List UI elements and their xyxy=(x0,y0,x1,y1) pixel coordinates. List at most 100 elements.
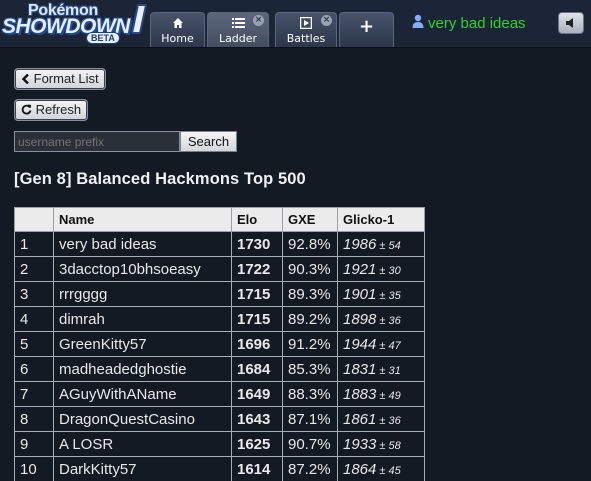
home-icon xyxy=(151,17,204,31)
glicko-deviation: 36 xyxy=(388,314,401,327)
user-menu[interactable]: very bad ideas xyxy=(412,12,526,34)
volume-icon xyxy=(565,18,577,32)
gxe-cell: 90.7% xyxy=(282,431,338,457)
username: very bad ideas xyxy=(428,14,526,32)
player-name-link[interactable]: madheadedghostie xyxy=(53,356,232,382)
close-tab-battles-icon[interactable]: × xyxy=(321,15,332,26)
top-header: Pokémon SHOWDOWN BETA Home Ladder × Batt… xyxy=(0,0,591,48)
player-name-link[interactable]: AGuyWithAName xyxy=(53,381,232,407)
player-name-link[interactable]: DarkKitty57 xyxy=(53,456,232,481)
format-list-label: Format List xyxy=(33,71,99,86)
column-header-elo: Elo xyxy=(231,207,283,232)
elo-cell: 1649 xyxy=(231,381,283,407)
table-row: 9A LOSR 1625 90.7% 1933 ± 58 xyxy=(14,431,425,457)
column-header-rank xyxy=(14,207,54,232)
elo-cell: 1614 xyxy=(231,456,283,481)
glicko-deviation: 58 xyxy=(388,439,401,452)
close-tab-ladder-icon[interactable]: × xyxy=(253,15,264,26)
glicko-plus-minus: ± xyxy=(376,339,389,352)
glicko-deviation: 54 xyxy=(388,239,401,252)
gxe-cell: 88.3% xyxy=(282,381,338,407)
player-name-link[interactable]: very bad ideas xyxy=(53,231,232,257)
glicko-plus-minus: ± xyxy=(376,439,389,452)
rank-cell: 1 xyxy=(14,231,54,257)
new-tab-button[interactable]: + xyxy=(339,12,394,47)
tab-battles[interactable]: Battles × xyxy=(275,12,337,47)
glicko-plus-minus: ± xyxy=(376,264,389,277)
table-row: 2 3dacctop10bhsoeasy 1722 90.3% 1921 ± 30 xyxy=(14,256,425,282)
table-row: 1 very bad ideas 1730 92.8% 1986 ± 54 xyxy=(14,231,425,257)
glicko-rating: 1883 xyxy=(343,385,377,403)
rank-cell: 4 xyxy=(14,306,54,332)
glicko-rating: 1864 xyxy=(343,460,377,478)
plus-icon: + xyxy=(358,16,375,37)
rank-cell: 5 xyxy=(14,331,54,357)
logo-beta-badge: BETA xyxy=(86,32,120,44)
ladder-body: 1 very bad ideas 1730 92.8% 1986 ± 54 2 3dacct… xyxy=(14,231,425,481)
search-button[interactable]: Search xyxy=(180,131,237,152)
glicko-cell: 1901 ± 35 xyxy=(337,281,425,307)
tab-ladder-label: Ladder xyxy=(218,32,258,45)
rank-cell: 8 xyxy=(14,406,54,432)
elo-cell: 1715 xyxy=(231,306,283,332)
gxe-cell: 92.8% xyxy=(282,231,338,257)
chevron-left-icon xyxy=(21,71,34,86)
glicko-rating: 1944 xyxy=(343,335,377,353)
glicko-plus-minus: ± xyxy=(376,239,389,252)
player-name-link[interactable]: 3dacctop10bhsoeasy xyxy=(53,256,232,282)
glicko-cell: 1944 ± 47 xyxy=(337,331,425,357)
glicko-plus-minus: ± xyxy=(376,364,389,377)
tab-home-label: Home xyxy=(161,32,194,45)
glicko-rating: 1921 xyxy=(343,260,377,278)
username-prefix-input[interactable] xyxy=(14,131,180,152)
glicko-rating: 1831 xyxy=(343,360,377,378)
rank-cell: 3 xyxy=(14,281,54,307)
glicko-cell: 1861 ± 36 xyxy=(337,406,425,432)
player-name-link[interactable]: rrrgggg xyxy=(53,281,232,307)
glicko-deviation: 45 xyxy=(388,464,401,477)
glicko-cell: 1898 ± 36 xyxy=(337,306,425,332)
elo-cell: 1715 xyxy=(231,281,283,307)
elo-cell: 1625 xyxy=(231,431,283,457)
ladder-title: [Gen 8] Balanced Hackmons Top 500 xyxy=(14,170,306,188)
gxe-cell: 90.3% xyxy=(282,256,338,282)
rank-cell: 6 xyxy=(14,356,54,382)
player-name-link[interactable]: A LOSR xyxy=(53,431,232,457)
table-row: 10 DarkKitty57 1614 87.2% 1864 ± 45 xyxy=(14,456,425,481)
volume-button[interactable] xyxy=(558,12,584,34)
table-row: 8 DragonQuestCasino 1643 87.1% 1861 ± 36 xyxy=(14,406,425,432)
tab-ladder[interactable]: Ladder × xyxy=(207,12,269,47)
glicko-deviation: 36 xyxy=(388,414,401,427)
elo-cell: 1696 xyxy=(231,331,283,357)
player-name-link[interactable]: DragonQuestCasino xyxy=(53,406,232,432)
glicko-cell: 1831 ± 31 xyxy=(337,356,425,382)
table-row: 7 AGuyWithAName 1649 88.3% 1883 ± 49 xyxy=(14,381,425,407)
elo-cell: 1684 xyxy=(231,356,283,382)
table-row: 6 madheadedghostie 1684 85.3% 1831 ± 31 xyxy=(14,356,425,382)
gxe-cell: 87.1% xyxy=(282,406,338,432)
player-name-link[interactable]: dimrah xyxy=(53,306,232,332)
glicko-rating: 1933 xyxy=(343,435,377,453)
glicko-plus-minus: ± xyxy=(376,389,389,402)
table-row: 4 dimrah 1715 89.2% 1898 ± 36 xyxy=(14,306,425,332)
user-icon xyxy=(412,14,424,32)
glicko-deviation: 30 xyxy=(388,264,401,277)
format-list-button[interactable]: Format List xyxy=(14,68,106,90)
glicko-cell: 1921 ± 30 xyxy=(337,256,425,282)
glicko-deviation: 35 xyxy=(388,289,401,302)
elo-cell: 1722 xyxy=(231,256,283,282)
elo-cell: 1730 xyxy=(231,231,283,257)
refresh-button[interactable]: Refresh xyxy=(14,99,89,121)
refresh-icon xyxy=(21,102,36,117)
gxe-cell: 87.2% xyxy=(282,456,338,481)
player-name-link[interactable]: GreenKitty57 xyxy=(53,331,232,357)
glicko-plus-minus: ± xyxy=(376,414,389,427)
column-header-glicko: Glicko-1 xyxy=(337,207,425,232)
gxe-cell: 89.3% xyxy=(282,281,338,307)
glicko-plus-minus: ± xyxy=(376,314,389,327)
glicko-plus-minus: ± xyxy=(376,289,389,302)
pokemon-showdown-logo[interactable]: Pokémon SHOWDOWN BETA xyxy=(2,2,148,44)
gxe-cell: 89.2% xyxy=(282,306,338,332)
tab-home[interactable]: Home xyxy=(150,12,205,47)
gxe-cell: 85.3% xyxy=(282,356,338,382)
